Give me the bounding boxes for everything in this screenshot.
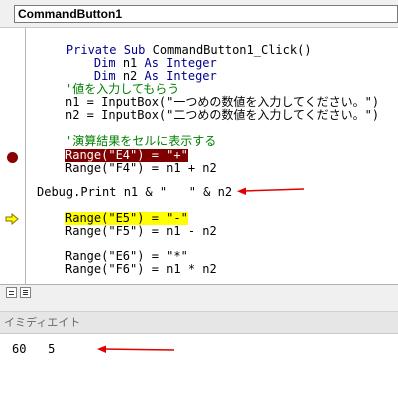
view-toggle-bar	[0, 284, 398, 302]
code-line[interactable]: Private Sub CommandButton1_Click()	[37, 31, 312, 57]
code-line[interactable]: Dim n1 As Integer	[65, 44, 217, 70]
full-module-view-icon[interactable]	[20, 287, 31, 298]
code-comment[interactable]: '演算結果をセルに表示する	[65, 135, 216, 148]
code-line[interactable]: Range("F5") = n1 - n2	[65, 225, 217, 238]
immediate-output: 60 5	[12, 342, 56, 356]
keyword: Dim	[93, 69, 116, 83]
code-window-toolbar: CommandButton1	[0, 0, 398, 28]
immediate-window-title: イミディエイト	[0, 311, 398, 334]
code-line[interactable]: n2 = InputBox("二つめの数値を入力してください。")	[65, 109, 379, 122]
annotation-arrow-icon	[237, 187, 305, 195]
code-line[interactable]: Dim n2 As Integer	[65, 57, 217, 83]
code-line[interactable]: Range("F6") = n1 * n2	[65, 263, 217, 276]
execution-arrow-icon[interactable]	[5, 213, 19, 225]
code-editor[interactable]: Private Sub CommandButton1_Click() Dim n…	[0, 28, 398, 284]
window-splitter[interactable]	[0, 301, 398, 311]
annotation-arrow-icon	[97, 345, 175, 353]
keyword: As Integer	[144, 69, 217, 83]
code-text: n2	[115, 69, 145, 83]
procedure-view-icon[interactable]	[6, 287, 17, 298]
breakpoint-dot-icon[interactable]	[7, 152, 18, 163]
procedure-combo[interactable]: CommandButton1	[14, 5, 398, 23]
code-line-debug-print[interactable]: Debug.Print n1 & " " & n2	[37, 186, 232, 199]
code-line[interactable]: Range("F4") = n1 + n2	[65, 162, 217, 175]
immediate-window[interactable]: 60 5	[0, 334, 398, 401]
